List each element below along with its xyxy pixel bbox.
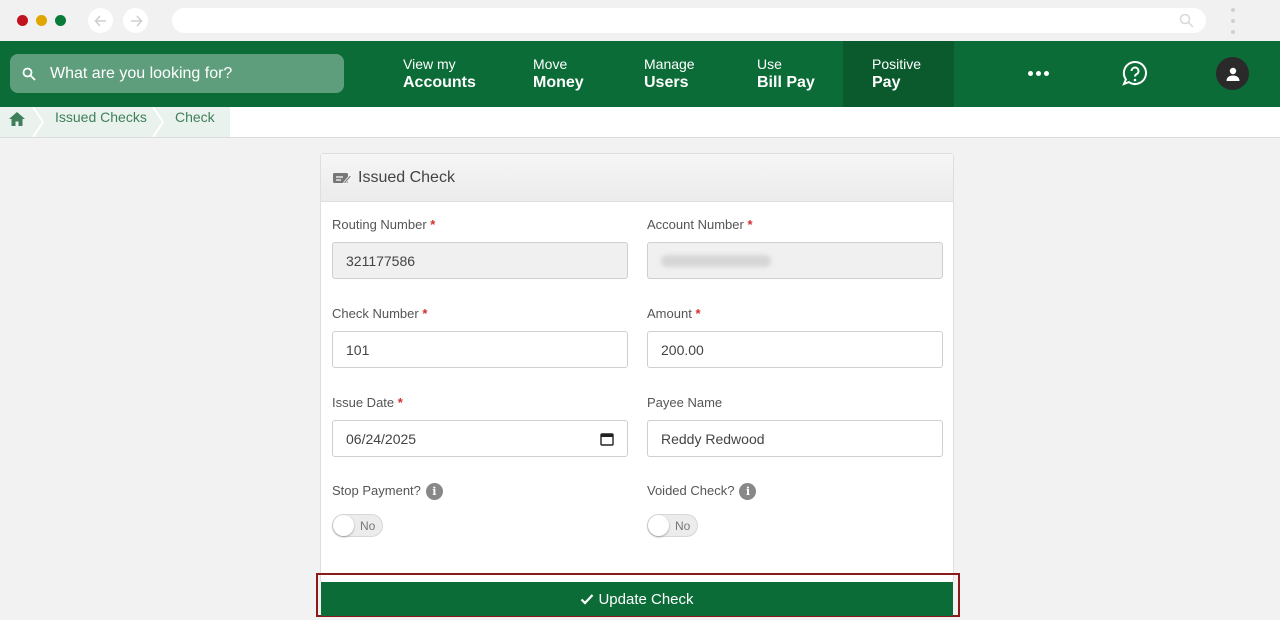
- required-mark: *: [695, 306, 701, 321]
- nav-line1: View my: [403, 56, 456, 72]
- payee-name-label: Payee Name: [647, 395, 723, 410]
- stop-payment-label: Stop Payment? i: [332, 483, 443, 501]
- update-check-button[interactable]: Update Check: [321, 582, 953, 616]
- label-text: Voided Check?: [647, 483, 735, 498]
- label-text: Check Number: [332, 306, 419, 321]
- info-icon[interactable]: i: [739, 483, 757, 501]
- breadcrumb-trail: Issued Checks Check: [0, 107, 230, 137]
- search-icon: [22, 67, 36, 81]
- search-placeholder: What are you looking for?: [50, 64, 233, 82]
- toggle-state: No: [360, 519, 376, 533]
- payee-name-value: Reddy Redwood: [661, 430, 765, 447]
- nav-line2: Money: [533, 74, 584, 91]
- label-text: Issue Date: [332, 395, 395, 410]
- home-icon[interactable]: [8, 111, 26, 127]
- label-text: Amount: [647, 306, 692, 321]
- required-mark: *: [430, 217, 436, 232]
- search-icon: [1179, 13, 1194, 28]
- issue-date-value: 06/24/2025: [346, 430, 417, 447]
- issued-check-card: Issued Check Routing Number * 321177586 …: [320, 153, 954, 583]
- voided-check-label: Voided Check? i: [647, 483, 757, 501]
- label-text: Routing Number: [332, 217, 427, 232]
- browser-back-button[interactable]: [88, 8, 113, 33]
- address-bar[interactable]: [172, 8, 1206, 33]
- arrow-left-icon: [93, 14, 106, 27]
- nav-line2: Accounts: [403, 74, 476, 91]
- calendar-icon[interactable]: [600, 432, 614, 446]
- window-minimize-dot[interactable]: [36, 15, 47, 26]
- amount-label: Amount *: [647, 306, 701, 321]
- toggle-knob: [333, 515, 354, 536]
- nav-line1: Positive: [872, 56, 922, 72]
- account-number-label: Account Number *: [647, 217, 753, 232]
- voided-check-toggle[interactable]: No: [647, 514, 698, 537]
- stop-payment-toggle[interactable]: No: [332, 514, 383, 537]
- nav-manage-users[interactable]: Manage Users: [644, 41, 695, 107]
- browser-menu-icon[interactable]: [1228, 8, 1238, 34]
- nav-line2: Users: [644, 74, 689, 91]
- nav-line1: Move: [533, 56, 568, 72]
- browser-forward-button[interactable]: [123, 8, 148, 33]
- info-icon[interactable]: i: [425, 483, 443, 501]
- update-check-label: Update Check: [598, 590, 694, 608]
- card-title: Issued Check: [358, 168, 455, 186]
- account-number-redacted: [661, 254, 771, 267]
- app-header: What are you looking for? View my Accoun…: [0, 41, 1280, 107]
- breadcrumb-issued-checks[interactable]: Issued Checks: [55, 109, 147, 125]
- account-number-field[interactable]: [647, 242, 943, 279]
- checkmark-icon: [581, 594, 594, 605]
- payee-name-input[interactable]: Reddy Redwood: [647, 420, 943, 457]
- more-menu-icon[interactable]: [1028, 71, 1049, 76]
- required-mark: *: [747, 217, 753, 232]
- routing-number-value: 321177586: [346, 252, 416, 269]
- label-text: Account Number: [647, 217, 744, 232]
- check-number-input[interactable]: 101: [332, 331, 628, 368]
- user-icon: [1226, 67, 1239, 81]
- nav-bill-pay[interactable]: Use Bill Pay: [757, 41, 815, 107]
- required-mark: *: [422, 306, 428, 321]
- window-maximize-dot[interactable]: [55, 15, 66, 26]
- user-avatar[interactable]: [1216, 57, 1249, 90]
- nav-positive-pay[interactable]: Positive Pay: [843, 41, 954, 107]
- breadcrumb-separator: [32, 107, 45, 137]
- label-text: Stop Payment?: [332, 483, 421, 498]
- check-number-label: Check Number *: [332, 306, 427, 321]
- check-edit-icon: [333, 172, 352, 184]
- issue-date-label: Issue Date *: [332, 395, 403, 410]
- window-close-dot[interactable]: [17, 15, 28, 26]
- amount-value: 200.00: [661, 341, 704, 358]
- nav-move-money[interactable]: Move Money: [533, 41, 584, 107]
- toggle-knob: [648, 515, 669, 536]
- toggle-state: No: [675, 519, 691, 533]
- breadcrumb: Issued Checks Check: [0, 107, 1280, 138]
- nav-line1: Use: [757, 56, 782, 72]
- card-header: Issued Check: [321, 154, 953, 202]
- browser-chrome: [0, 0, 1280, 41]
- nav-line1: Manage: [644, 56, 695, 72]
- issue-date-input[interactable]: 06/24/2025: [332, 420, 628, 457]
- arrow-right-icon: [130, 14, 143, 27]
- required-mark: *: [397, 395, 403, 410]
- nav-view-accounts[interactable]: View my Accounts: [403, 41, 476, 107]
- routing-number-label: Routing Number *: [332, 217, 435, 232]
- breadcrumb-separator: [152, 107, 165, 137]
- nav-line2: Bill Pay: [757, 74, 815, 91]
- amount-input[interactable]: 200.00: [647, 331, 943, 368]
- check-number-value: 101: [346, 341, 370, 358]
- routing-number-field[interactable]: 321177586: [332, 242, 628, 279]
- nav-line2: Pay: [872, 74, 901, 91]
- help-chat-icon[interactable]: [1120, 59, 1150, 89]
- site-search[interactable]: What are you looking for?: [10, 54, 344, 93]
- breadcrumb-check[interactable]: Check: [175, 109, 215, 125]
